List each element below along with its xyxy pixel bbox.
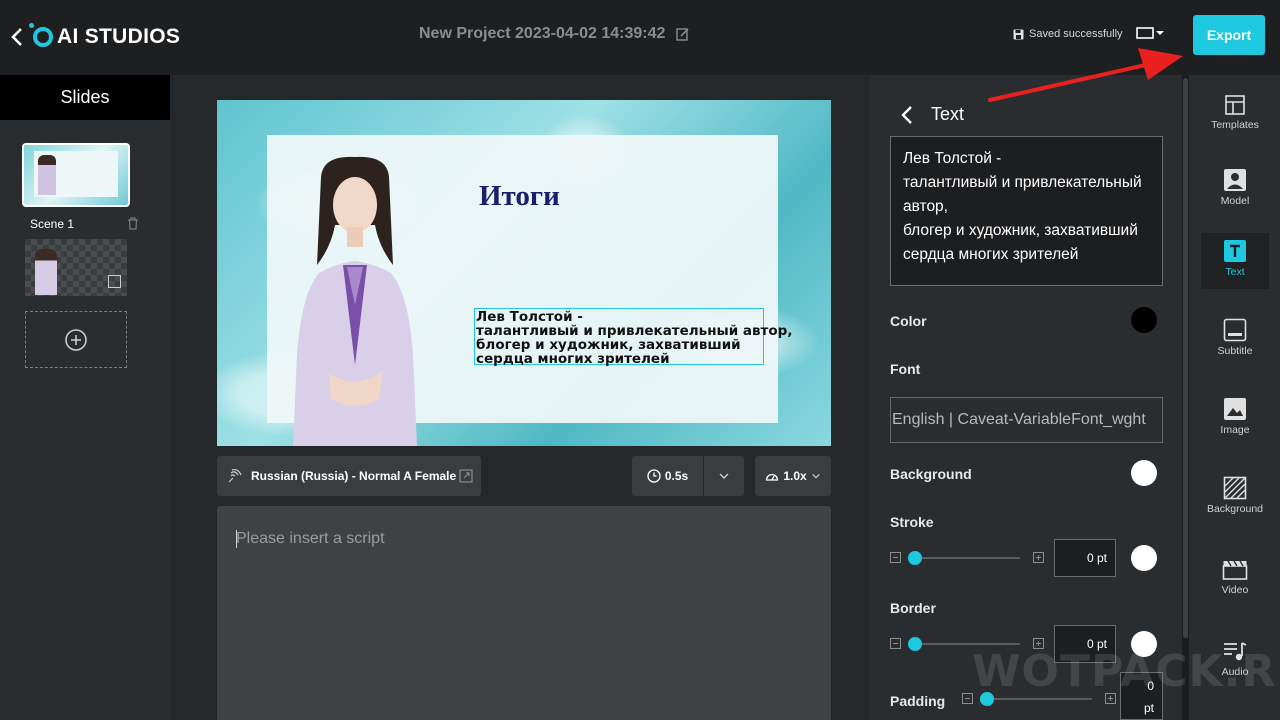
expand-icon[interactable] — [108, 275, 121, 288]
voice-select[interactable]: Russian (Russia) - Normal A Female — [217, 456, 481, 496]
increase-icon[interactable] — [1033, 552, 1044, 563]
text-line: талантливый и привлекательный — [903, 174, 1142, 191]
decrease-icon[interactable] — [890, 552, 901, 563]
slider-handle[interactable] — [908, 637, 922, 651]
voice-wave-icon — [228, 468, 242, 483]
image-icon — [1224, 398, 1246, 420]
rail-label: Background — [1206, 503, 1264, 515]
save-icon — [1013, 29, 1024, 39]
video-icon — [1222, 560, 1248, 580]
script-input[interactable] — [217, 506, 831, 720]
save-status: Saved successfully — [1013, 28, 1123, 40]
stroke-label: Stroke — [890, 514, 934, 530]
rail-text[interactable]: Text — [1201, 233, 1269, 289]
ai-avatar[interactable] — [279, 155, 431, 446]
open-external-icon[interactable] — [459, 469, 473, 483]
rail-image[interactable]: Image — [1201, 391, 1269, 447]
text-line: сердца многих зрителей — [903, 246, 1079, 263]
logo: AI STUDIOS — [29, 23, 181, 51]
stroke-value-input[interactable]: 0 pt — [1054, 539, 1116, 577]
rail-label: Model — [1220, 195, 1250, 207]
slides-header: Slides — [0, 75, 170, 120]
slides-panel: Slides Scene 1 — [0, 75, 170, 720]
chevron-down-icon — [811, 473, 820, 479]
text-content-editor[interactable]: Лев Толстой - талантливый и привлекатель… — [890, 136, 1163, 286]
templates-icon — [1225, 95, 1245, 115]
rail-label: Subtitle — [1217, 345, 1253, 357]
padding-label: Padding — [890, 693, 946, 709]
color-label: Color — [890, 313, 927, 329]
rail-label: Templates — [1211, 119, 1259, 131]
slide-title[interactable]: Итоги — [479, 180, 560, 213]
rail-background[interactable]: Background — [1201, 470, 1269, 526]
padding-unit: pt — [1143, 701, 1154, 715]
rail-label: Video — [1221, 584, 1249, 596]
export-button[interactable]: Export — [1193, 15, 1265, 55]
model-icon — [1224, 169, 1246, 191]
rail-video[interactable]: Video — [1201, 553, 1269, 609]
decrease-icon[interactable] — [890, 638, 901, 649]
pause-duration-control[interactable]: 0.5s — [632, 456, 744, 496]
subtitle-icon — [1223, 318, 1247, 342]
project-title[interactable]: New Project 2023-04-02 14:39:42 — [419, 25, 665, 43]
scrollbar-thumb[interactable] — [1183, 78, 1188, 638]
trash-icon[interactable] — [127, 217, 139, 230]
thumbnail-avatar — [38, 155, 56, 195]
caret-down-icon — [1156, 31, 1164, 35]
slider-handle[interactable] — [908, 551, 922, 565]
logo-ring-icon — [29, 23, 53, 47]
speedometer-icon — [766, 473, 779, 481]
text-icon — [1224, 240, 1246, 262]
text-line: блогер и художник, захвативший — [903, 222, 1138, 239]
chevron-down-icon[interactable] — [718, 472, 730, 480]
background-label: Background — [890, 466, 972, 482]
slide-thumbnail[interactable] — [22, 143, 130, 207]
text-properties-panel: Text Лев Толстой - талантливый и привлек… — [870, 75, 1182, 720]
font-select[interactable] — [890, 397, 1163, 443]
watermark: WOTPACK.RU — [972, 646, 1280, 697]
stroke-slider[interactable] — [890, 548, 1050, 568]
font-label: Font — [890, 361, 921, 377]
text-caret — [236, 530, 237, 548]
aspect-ratio-dropdown[interactable] — [1136, 27, 1166, 39]
text-line: автор, — [903, 198, 948, 215]
background-swatch[interactable] — [1131, 460, 1157, 486]
speed-value: 1.0x — [783, 469, 807, 483]
top-bar: AI STUDIOS New Project 2023-04-02 14:39:… — [0, 0, 1280, 75]
text-line: Лев Толстой - — [903, 150, 1002, 167]
back-chevron-icon[interactable] — [901, 105, 913, 125]
selected-text-box[interactable]: Лев Толстой - талантливый и привлекатель… — [474, 308, 793, 367]
stroke-color-swatch[interactable] — [1131, 545, 1157, 571]
text-line: Лев Толстой - — [476, 309, 583, 325]
background-icon — [1223, 476, 1247, 500]
clock-icon — [647, 469, 661, 483]
back-icon[interactable] — [8, 26, 26, 48]
add-slide-button[interactable] — [25, 311, 127, 368]
scene-layer-thumbnail[interactable] — [25, 239, 127, 296]
panel-title: Text — [931, 104, 965, 124]
voice-label: Russian (Russia) - Normal A Female — [251, 469, 457, 483]
text-line: талантливый и привлекательный автор, — [476, 323, 793, 339]
plus-circle-icon — [65, 328, 87, 351]
logo-text: AI STUDIOS — [57, 25, 181, 48]
rail-templates[interactable]: Templates — [1201, 88, 1269, 144]
border-label: Border — [890, 600, 936, 616]
rail-label: Text — [1225, 266, 1245, 278]
slide-canvas[interactable]: Итоги Лев Толстой - талантливый и привле… — [217, 100, 831, 446]
color-swatch[interactable] — [1131, 307, 1157, 333]
text-line: сердца многих зрителей — [476, 351, 670, 367]
pause-value: 0.5s — [664, 469, 689, 483]
layer-avatar — [35, 249, 57, 295]
speed-control[interactable]: 1.0x — [755, 456, 831, 496]
rail-model[interactable]: Model — [1201, 162, 1269, 218]
rail-subtitle[interactable]: Subtitle — [1201, 312, 1269, 368]
scene-label: Scene 1 — [30, 217, 75, 231]
screen-ratio-icon — [1136, 27, 1154, 39]
rail-label: Image — [1220, 424, 1250, 436]
text-line: блогер и художник, захвативший — [476, 337, 741, 353]
edit-icon[interactable] — [676, 27, 690, 41]
save-status-text: Saved successfully — [1029, 28, 1123, 40]
